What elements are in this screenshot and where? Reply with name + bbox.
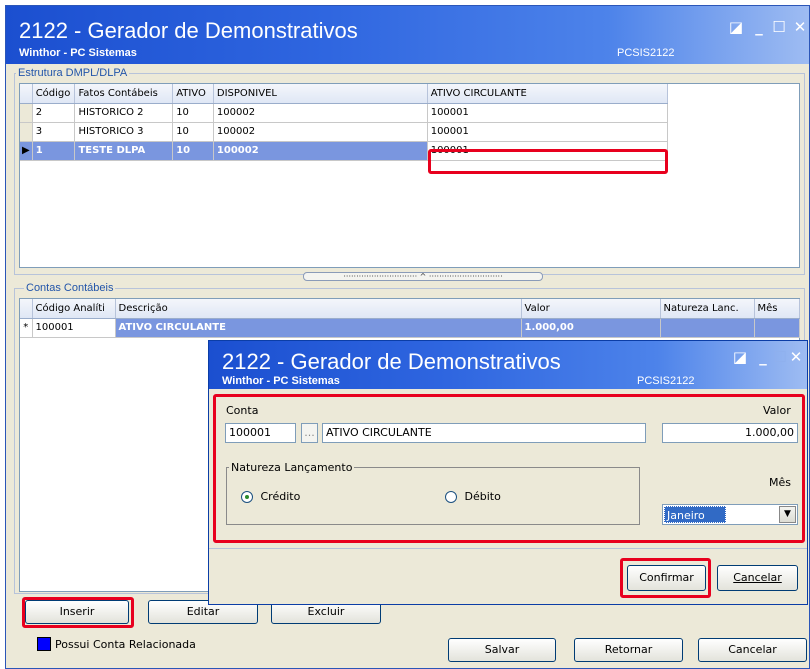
cell[interactable]: 3 <box>32 122 76 142</box>
close-icon[interactable]: ✕ <box>792 19 808 35</box>
maximize-icon[interactable]: ☐ <box>771 19 787 35</box>
cell[interactable]: 100002 <box>213 103 428 123</box>
credito-radio[interactable]: Crédito <box>241 490 300 503</box>
cell[interactable]: 1.000,00 <box>521 318 661 338</box>
cell[interactable]: 2 <box>32 103 76 123</box>
credito-label: Crédito <box>260 490 301 503</box>
current-row-arrow-icon: ▶ <box>20 141 33 161</box>
table-row[interactable]: 3 HISTORICO 3 10 100002 100001 <box>20 122 669 142</box>
browse-button[interactable]: ... <box>301 423 318 443</box>
col-valor[interactable]: Valor <box>521 299 661 319</box>
conta-label: Conta <box>226 404 259 417</box>
dialog-title-bar: 2122 - Gerador de Demonstrativos Winthor… <box>209 341 807 389</box>
retornar-button[interactable]: Retornar <box>574 638 683 662</box>
cell[interactable]: 1 <box>32 141 76 161</box>
cell[interactable]: 100001 <box>427 122 669 142</box>
estrutura-header-row: Código Fatos Contábeis ATIVO DISPONIVEL … <box>20 84 669 104</box>
col-natureza[interactable]: Natureza Lanc. <box>660 299 755 319</box>
contas-label: Contas Contábeis <box>24 282 116 294</box>
restore-icon[interactable]: ◪ <box>728 19 744 35</box>
highlight-ativo-circulante <box>428 149 668 174</box>
cell[interactable]: 100001 <box>427 103 669 123</box>
col-descricao[interactable]: Descrição <box>115 299 522 319</box>
dialog-divider <box>209 548 807 549</box>
cancelar-dialog-button[interactable]: Cancelar <box>717 565 798 591</box>
mes-value: Janeiro <box>664 506 726 523</box>
window-subtitle: Winthor - PC Sistemas <box>19 47 137 59</box>
cell[interactable]: 10 <box>172 122 214 142</box>
table-row[interactable]: 2 HISTORICO 2 10 100002 100001 <box>20 103 669 123</box>
radio-unselected-icon[interactable] <box>445 491 457 503</box>
window-title: 2122 - Gerador de Demonstrativos <box>19 18 358 43</box>
cell[interactable]: HISTORICO 2 <box>74 103 174 123</box>
conta-desc-input[interactable]: ATIVO CIRCULANTE <box>322 423 646 443</box>
splitter-handle[interactable]: ····························· ^ ········… <box>303 272 543 281</box>
debito-label: Débito <box>464 490 501 503</box>
estrutura-grid[interactable]: Código Fatos Contábeis ATIVO DISPONIVEL … <box>19 83 800 268</box>
debito-radio[interactable]: Débito <box>445 490 501 503</box>
cell[interactable]: HISTORICO 3 <box>74 122 174 142</box>
dialog-code: PCSIS2122 <box>637 375 695 387</box>
contas-header-row: Código Analíti Descrição Valor Natureza … <box>20 299 800 319</box>
col-codigo-analitico[interactable]: Código Analíti <box>32 299 116 319</box>
window-code: PCSIS2122 <box>617 47 675 59</box>
radio-selected-icon[interactable] <box>241 491 253 503</box>
row-indicator-header <box>20 299 33 319</box>
natureza-label: Natureza Lançamento <box>229 461 355 474</box>
salvar-button[interactable]: Salvar <box>448 638 556 662</box>
mes-select[interactable]: Janeiro ▼ <box>662 504 798 525</box>
minimize-icon[interactable]: _ <box>751 19 767 35</box>
col-ativo-circulante[interactable]: ATIVO CIRCULANTE <box>427 84 669 104</box>
maximize-icon: ☐ <box>773 348 787 366</box>
highlight-inserir <box>22 597 134 628</box>
cell[interactable]: TESTE DLPA <box>74 141 174 161</box>
dialog-title: 2122 - Gerador de Demonstrativos <box>222 349 561 374</box>
cell[interactable]: 10 <box>172 103 214 123</box>
col-mes[interactable]: Mês <box>754 299 800 319</box>
row-indicator <box>20 122 33 142</box>
col-ativo[interactable]: ATIVO <box>172 84 214 104</box>
col-disponivel[interactable]: DISPONIVEL <box>213 84 428 104</box>
col-fatos[interactable]: Fatos Contábeis <box>74 84 174 104</box>
conta-dialog: 2122 - Gerador de Demonstrativos Winthor… <box>208 340 808 605</box>
legend-swatch <box>37 637 51 651</box>
mes-label: Mês <box>769 476 791 489</box>
estrutura-label: Estrutura DMPL/DLPA <box>16 67 130 79</box>
title-bar: 2122 - Gerador de Demonstrativos Winthor… <box>6 6 809 64</box>
valor-input[interactable]: 1.000,00 <box>662 423 798 443</box>
row-indicator-header <box>20 84 33 104</box>
dialog-subtitle: Winthor - PC Sistemas <box>222 375 340 387</box>
conta-code-input[interactable]: 100001 <box>225 423 296 443</box>
minimize-icon[interactable]: _ <box>755 349 771 365</box>
table-row[interactable]: * 100001 ATIVO CIRCULANTE 1.000,00 <box>20 318 800 338</box>
cell[interactable]: 100001 <box>32 318 116 338</box>
cell[interactable]: 10 <box>172 141 214 161</box>
cell[interactable] <box>754 318 800 338</box>
chevron-down-icon[interactable]: ▼ <box>779 506 796 523</box>
cancelar-button[interactable]: Cancelar <box>698 638 807 662</box>
close-icon[interactable]: ✕ <box>788 349 804 365</box>
legend-text: Possui Conta Relacionada <box>55 638 196 651</box>
cell[interactable] <box>660 318 755 338</box>
new-row-marker: * <box>20 318 33 338</box>
highlight-confirmar <box>620 558 711 598</box>
cell[interactable]: 100002 <box>213 122 428 142</box>
row-indicator <box>20 103 33 123</box>
col-codigo[interactable]: Código <box>32 84 76 104</box>
valor-label: Valor <box>763 404 791 417</box>
cell[interactable]: 100002 <box>213 141 428 161</box>
restore-icon[interactable]: ◪ <box>732 349 748 365</box>
cell[interactable]: ATIVO CIRCULANTE <box>115 318 522 338</box>
